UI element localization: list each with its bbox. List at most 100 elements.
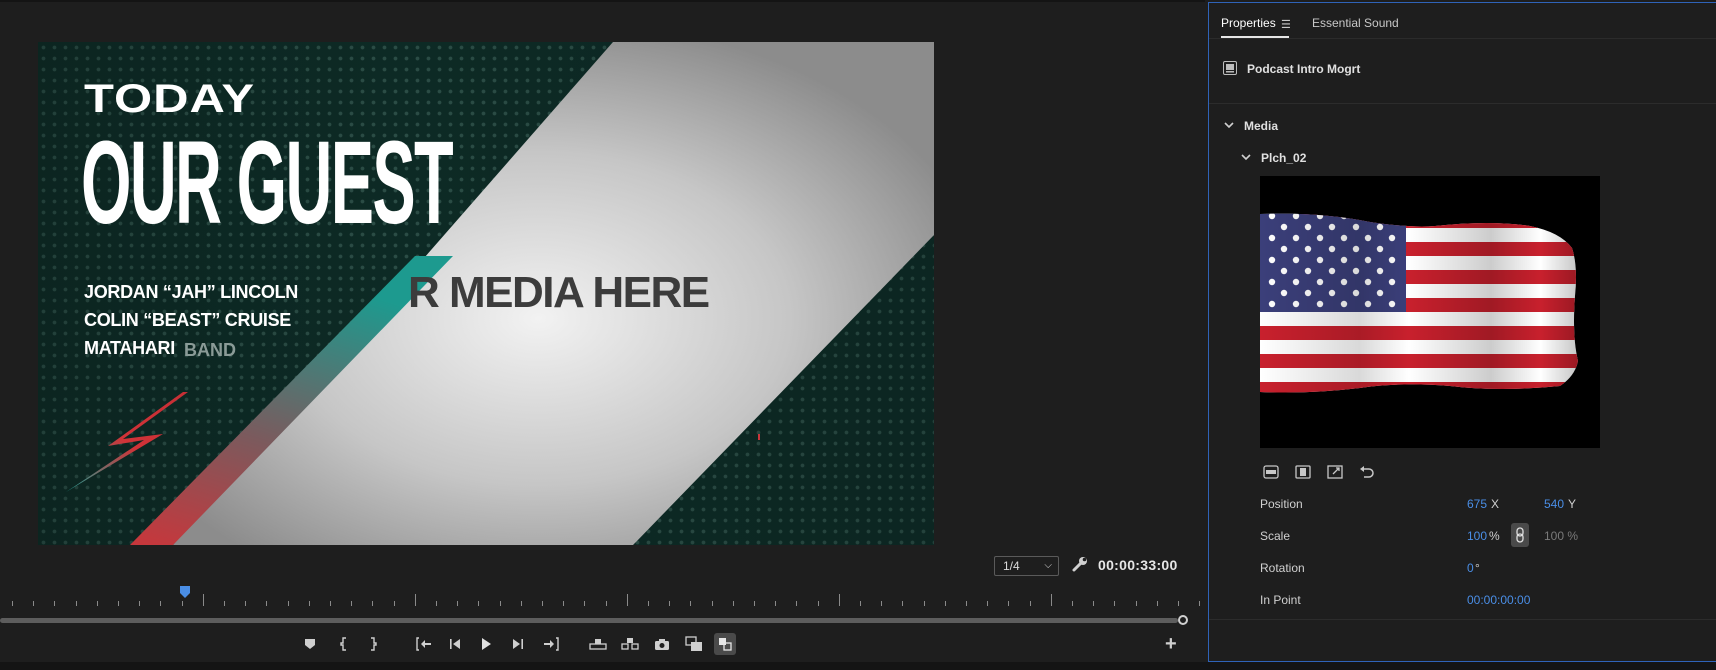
- ruler-tick: [584, 601, 586, 606]
- comparison-view-button[interactable]: [683, 633, 705, 655]
- step-back-icon: [450, 639, 460, 649]
- ruler-tick: [308, 601, 310, 606]
- ruler-tick: [478, 601, 480, 606]
- rotation-label: Rotation: [1260, 561, 1305, 575]
- ruler-tick: [436, 601, 437, 606]
- plus-icon[interactable]: +: [1165, 633, 1177, 656]
- ruler-tick: [1156, 601, 1158, 606]
- properties-panel: Properties ☰ Essential Sound Podcast Int…: [1208, 2, 1716, 662]
- panel-menu-icon[interactable]: ☰: [1281, 18, 1291, 31]
- lift-icon: [589, 639, 607, 650]
- step-forward-button[interactable]: [507, 633, 529, 655]
- ruler-tick: [224, 601, 225, 606]
- scale-fill-icon[interactable]: [1326, 463, 1344, 481]
- rotation-value[interactable]: 0: [1467, 561, 1474, 575]
- resolution-dropdown[interactable]: 1/4 ⌵: [994, 556, 1059, 576]
- clip-name: Podcast Intro Mogrt: [1247, 62, 1361, 76]
- ruler-tick: [1199, 601, 1201, 606]
- multicam-button[interactable]: [714, 633, 736, 655]
- export-frame-icon: [655, 639, 669, 650]
- ruler-tick: [605, 601, 607, 606]
- go-to-out-button[interactable]: [540, 633, 562, 655]
- section-media-label: Media: [1244, 119, 1279, 133]
- extract-icon: [621, 638, 639, 650]
- playhead-timecode[interactable]: 00:00:33:00: [1098, 557, 1178, 573]
- mark-in-icon: [340, 637, 346, 651]
- position-x-value[interactable]: 675: [1467, 497, 1487, 511]
- ruler-tick: [287, 601, 289, 606]
- play-button[interactable]: [475, 633, 497, 655]
- ruler-tick: [330, 601, 331, 606]
- ruler-tick: [732, 601, 734, 606]
- lightning-bolt-logo: [66, 392, 188, 492]
- guest-name-3-suffix: BAND: [184, 340, 236, 360]
- ruler-tick: [1114, 601, 1116, 606]
- inpoint-value[interactable]: 00:00:00:00: [1467, 593, 1530, 607]
- fit-height-icon[interactable]: [1294, 463, 1312, 481]
- zoom-scrollbar[interactable]: [0, 615, 1188, 625]
- reset-icon[interactable]: [1358, 463, 1376, 481]
- rotation-unit: °: [1475, 561, 1480, 575]
- tab-essential-sound[interactable]: Essential Sound: [1312, 16, 1399, 30]
- ruler-tick: [902, 601, 904, 606]
- resolution-value: 1/4: [1003, 559, 1020, 573]
- guest-name-3: MATAHARI: [84, 338, 175, 358]
- ruler-tick: [139, 601, 141, 606]
- ruler-tick: [542, 601, 543, 606]
- extract-button[interactable]: [619, 633, 641, 655]
- ruler-tick: [817, 601, 819, 606]
- play-icon: [482, 638, 491, 650]
- scale-value[interactable]: 100: [1467, 529, 1487, 543]
- fit-width-icon[interactable]: [1262, 463, 1280, 481]
- tab-properties[interactable]: Properties: [1221, 16, 1276, 30]
- chevron-down-icon[interactable]: [1240, 151, 1252, 163]
- media-placeholder-text: R MEDIA HERE: [408, 268, 710, 317]
- ruler-tick: [1029, 601, 1031, 606]
- flag-star: [1364, 213, 1372, 220]
- ruler-tick: [775, 601, 777, 606]
- ruler-tick: [393, 601, 395, 606]
- ruler-tick: [711, 601, 713, 606]
- position-y-value[interactable]: 540: [1544, 497, 1564, 511]
- ruler-tick: [118, 601, 119, 606]
- today-title: TODAY: [84, 76, 256, 122]
- mark-out-button[interactable]: [362, 633, 384, 655]
- ruler-tick: [414, 594, 416, 606]
- chevron-down-icon[interactable]: [1223, 119, 1235, 131]
- constrain-proportions-button[interactable]: [1511, 523, 1529, 547]
- ruler-tick: [626, 594, 628, 606]
- scrollbar-track[interactable]: [0, 618, 1178, 623]
- wrench-icon[interactable]: [1071, 555, 1089, 573]
- ruler-tick: [75, 601, 77, 606]
- export-frame-button[interactable]: [651, 633, 673, 655]
- ruler-tick: [499, 601, 501, 606]
- media-thumbnail[interactable]: [1260, 176, 1600, 448]
- guest-name-1: JORDAN “JAH” LINCOLN: [84, 282, 299, 302]
- ruler-tick: [266, 601, 268, 606]
- playhead-marker[interactable]: [179, 585, 191, 599]
- lift-button[interactable]: [587, 633, 609, 655]
- scale-label: Scale: [1260, 529, 1291, 543]
- add-marker-button[interactable]: [299, 633, 321, 655]
- ruler-tick: [987, 601, 989, 606]
- scrollbar-handle[interactable]: [1178, 615, 1188, 625]
- ruler-tick: [754, 601, 755, 606]
- mark-in-button[interactable]: [333, 633, 355, 655]
- ruler-tick: [669, 601, 671, 606]
- go-to-out-icon: [544, 637, 559, 651]
- ruler-tick: [1135, 601, 1137, 606]
- position-label: Position: [1260, 497, 1303, 511]
- ruler-tick: [838, 594, 840, 606]
- step-forward-icon: [513, 639, 523, 649]
- our-guest-title: OUR GUEST: [81, 117, 454, 249]
- flag-star: [1388, 213, 1396, 220]
- ruler-tick: [1093, 601, 1095, 606]
- ruler-tick: [160, 601, 162, 606]
- ruler-tick: [372, 601, 374, 606]
- inpoint-label: In Point: [1260, 593, 1301, 607]
- ruler-tick: [1008, 601, 1010, 606]
- step-back-button[interactable]: [444, 633, 466, 655]
- video-preview[interactable]: TODAY OUR GUEST JORDAN “JAH” LINCOLN COL…: [38, 42, 934, 545]
- go-to-in-button[interactable]: [413, 633, 435, 655]
- ruler-tick: [12, 601, 13, 606]
